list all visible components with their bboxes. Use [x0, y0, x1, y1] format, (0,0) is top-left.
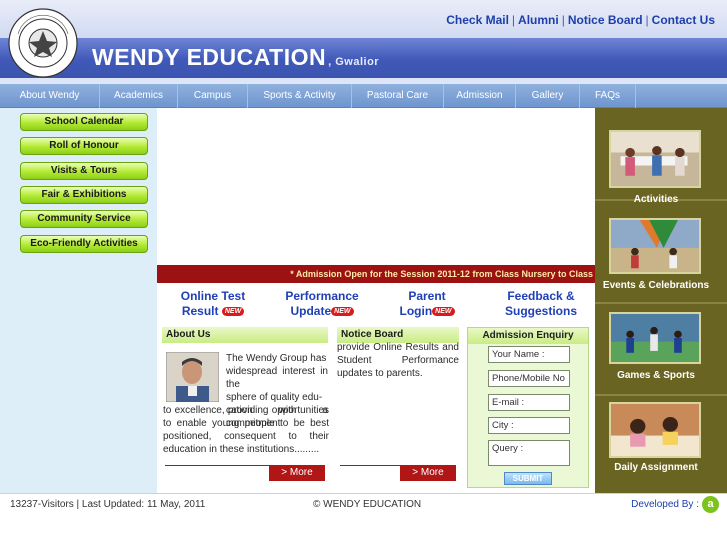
notice-board-text: provide Online Results and Student Perfo…: [337, 342, 459, 379]
roll-of-honour-button[interactable]: Roll of Honour: [20, 137, 148, 155]
about-us-heading: About Us: [162, 327, 328, 343]
new-badge-icon: NEW: [331, 307, 354, 317]
left-sidebar: School Calendar Roll of Honour Visits & …: [0, 108, 157, 493]
fair-exhibitions-button[interactable]: Fair & Exhibitions: [20, 186, 148, 204]
performance-update-link[interactable]: Performance Update NEW: [280, 289, 364, 319]
last-updated: Last Updated: 11 May, 2011: [81, 499, 206, 510]
visits-tours-button[interactable]: Visits & Tours: [20, 162, 148, 180]
page: WENDY EDUCATION, Gwalior Check Mail | Alum…: [0, 0, 727, 545]
city-field[interactable]: City :: [488, 417, 570, 434]
performance-line2: Update: [290, 304, 332, 318]
games-sports-photo: [609, 312, 701, 364]
activities-label: Activities: [633, 194, 679, 205]
header: WENDY EDUCATION, Gwalior Check Mail | Alum…: [0, 0, 727, 84]
footer: 13237-Visitors | Last Updated: 11 May, 2…: [0, 493, 727, 515]
about-line: widespread interest in the: [226, 366, 328, 390]
parent-line2: Login: [399, 304, 433, 318]
alumni-link[interactable]: Alumni: [518, 13, 559, 27]
school-calendar-button[interactable]: School Calendar: [20, 113, 148, 131]
feedback-suggestions-link[interactable]: Feedback & Suggestions: [500, 289, 582, 319]
right-sidebar: Activities Events & Celebrations Games &…: [595, 108, 727, 493]
email-field[interactable]: E-mail :: [488, 394, 570, 411]
admission-marquee: * Admission Open for the Session 2011-12…: [157, 265, 595, 283]
nav-item-pastoral-care[interactable]: Pastoral Care: [352, 84, 444, 108]
copyright: © WENDY EDUCATION: [313, 499, 422, 510]
about-line: sphere of quality edu-: [226, 392, 323, 403]
notice-more-button[interactable]: > More: [400, 465, 456, 481]
new-badge-icon: NEW: [221, 307, 245, 317]
events-photo: [609, 218, 701, 274]
brand-title: WENDY EDUCATION, Gwalior: [92, 44, 379, 71]
brand-name: WENDY EDUCATION: [92, 44, 327, 70]
eco-friendly-activities-button[interactable]: Eco-Friendly Activities: [20, 235, 148, 253]
notice-board-link[interactable]: Notice Board: [568, 13, 643, 27]
nav-item-admission[interactable]: Admission: [444, 84, 516, 108]
visitor-count: 13237-Visitors: [10, 499, 74, 510]
activities-tile[interactable]: Activities: [595, 108, 727, 205]
online-test-result-link[interactable]: Online Test Result NEW: [170, 289, 256, 319]
separator: |: [561, 13, 565, 27]
director-photo: [166, 352, 219, 402]
about-line: The Wendy Group has: [226, 353, 327, 364]
check-mail-link[interactable]: Check Mail: [446, 13, 509, 27]
top-links: Check Mail | Alumni | Notice Board | Contact U…: [446, 13, 715, 27]
separator: |: [511, 13, 516, 27]
nav-item-gallery[interactable]: Gallery: [516, 84, 580, 108]
feedback-line2: Suggestions: [504, 304, 577, 318]
contact-us-link[interactable]: Contact Us: [652, 13, 715, 27]
developed-by[interactable]: Developed By :: [631, 499, 699, 510]
brand-city: , Gwalior: [328, 56, 380, 68]
parent-login-link[interactable]: Parent Login NEW: [394, 289, 460, 319]
games-sports-tile[interactable]: Games & Sports: [595, 306, 727, 396]
bottom-strip: [0, 516, 727, 545]
events-tile[interactable]: Events & Celebrations: [595, 212, 727, 304]
main-nav: About Wendy Academics Campus Sports & Ac…: [0, 84, 727, 108]
daily-assignment-tile[interactable]: Daily Assignment: [595, 398, 727, 493]
nav-item-faqs[interactable]: FAQs: [580, 84, 636, 108]
daily-assignment-label: Daily Assignment: [614, 462, 698, 473]
performance-line1: Performance: [285, 289, 359, 303]
divider: [340, 465, 400, 466]
nav-item-academics[interactable]: Academics: [100, 84, 178, 108]
community-service-button[interactable]: Community Service: [20, 210, 148, 228]
admission-enquiry-form: Admission Enquiry Your Name : Phone/Mobi…: [467, 327, 589, 488]
phone-field[interactable]: Phone/Mobile No: [488, 370, 570, 387]
nav-item-sports-activity[interactable]: Sports & Activity: [248, 84, 352, 108]
online-test-line2: Result: [181, 304, 219, 318]
school-logo: [8, 8, 78, 78]
parent-line1: Parent: [408, 289, 446, 303]
about-us-text: to excellence, providing opportunities t…: [163, 405, 329, 455]
feedback-line1: Feedback &: [507, 289, 575, 303]
your-name-field[interactable]: Your Name :: [488, 346, 570, 363]
nav-item-about-wendy[interactable]: About Wendy: [0, 84, 100, 108]
separator: |: [645, 13, 649, 27]
footer-stats: 13237-Visitors | Last Updated: 11 May, 2…: [10, 499, 205, 510]
activities-photo: [609, 130, 701, 188]
about-more-button[interactable]: > More: [269, 465, 325, 481]
events-label: Events & Celebrations: [602, 280, 710, 291]
submit-button[interactable]: SUBMIT: [504, 472, 552, 485]
query-field[interactable]: Query :: [488, 440, 570, 466]
new-badge-icon: NEW: [432, 307, 455, 317]
games-sports-label: Games & Sports: [617, 370, 695, 381]
divider: [165, 465, 269, 466]
daily-assignment-photo: [609, 402, 701, 458]
online-test-line1: Online Test: [180, 289, 246, 303]
admission-enquiry-heading: Admission Enquiry: [468, 328, 588, 344]
developer-logo-icon[interactable]: a: [702, 496, 719, 513]
nav-item-campus[interactable]: Campus: [178, 84, 248, 108]
